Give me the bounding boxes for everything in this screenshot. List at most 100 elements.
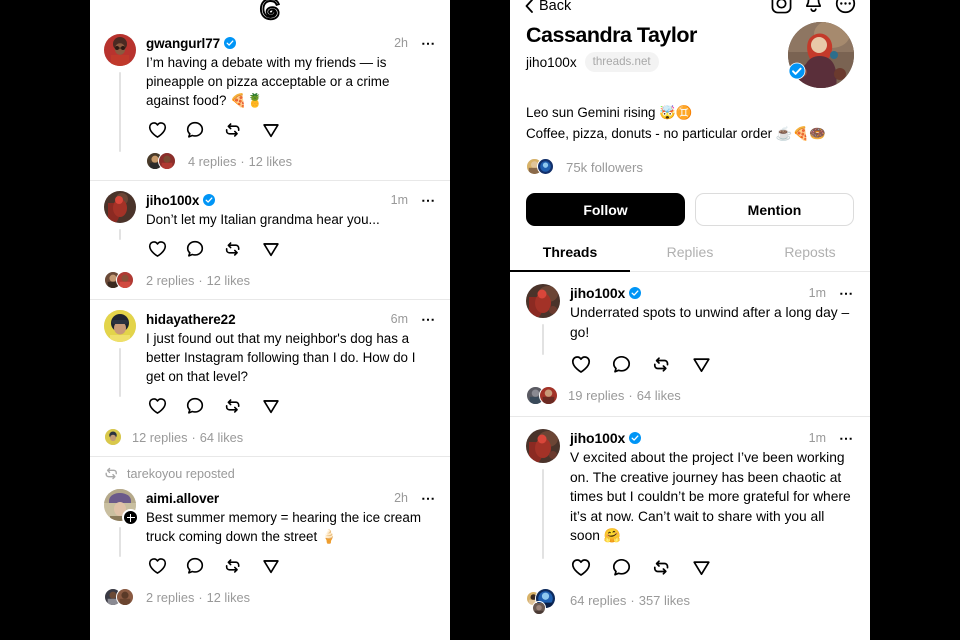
feed-post[interactable]: jiho100x 1m ⋯ Don’t let my Italian grand… — [90, 181, 450, 300]
followers-count: 75k followers — [566, 159, 643, 175]
share-icon[interactable] — [688, 557, 714, 579]
repost-icon[interactable] — [220, 119, 246, 141]
repost-icon[interactable] — [648, 353, 674, 375]
follow-plus-badge-icon[interactable] — [122, 509, 139, 526]
post-username[interactable]: gwangurl77 — [146, 36, 220, 51]
facepile[interactable] — [104, 426, 124, 448]
thread-connector-line — [119, 348, 121, 397]
comment-icon[interactable] — [182, 238, 208, 260]
share-icon[interactable] — [258, 119, 284, 141]
back-label: Back — [539, 0, 572, 14]
post-timestamp: 2h — [394, 36, 408, 50]
share-icon[interactable] — [258, 555, 284, 577]
heart-icon[interactable] — [144, 395, 170, 417]
bell-icon[interactable] — [803, 0, 824, 14]
post-meta: 64 replies · 357 likes — [526, 587, 854, 615]
post-replies-count[interactable]: 2 replies — [146, 273, 194, 288]
followers-row[interactable]: 75k followers — [526, 157, 854, 177]
profile-domain-chip[interactable]: threads.net — [584, 52, 659, 72]
facepile[interactable] — [104, 586, 138, 608]
post-text: I’m having a debate with my friends — is… — [146, 55, 390, 108]
profile-post[interactable]: jiho100x 1m ⋯ V excited about the projec… — [510, 417, 870, 624]
share-icon[interactable] — [688, 353, 714, 375]
meta-separator: · — [198, 272, 203, 288]
avatar[interactable] — [104, 310, 136, 342]
comment-icon[interactable] — [608, 353, 634, 375]
post-likes-count[interactable]: 12 likes — [249, 154, 292, 169]
post-likes-count[interactable]: 12 likes — [207, 590, 250, 605]
mention-button[interactable]: Mention — [695, 193, 854, 226]
comment-icon[interactable] — [182, 555, 208, 577]
heart-icon[interactable] — [568, 557, 594, 579]
post-more-options-icon[interactable]: ⋯ — [421, 491, 436, 505]
facepile[interactable] — [526, 587, 562, 615]
post-replies-count[interactable]: 64 replies — [570, 593, 626, 608]
avatar-column — [104, 34, 136, 172]
heart-icon[interactable] — [568, 353, 594, 375]
post-replies-count[interactable]: 4 replies — [188, 154, 236, 169]
post-header: hidayathere22 6m ⋯ — [146, 310, 436, 328]
meta-separator: · — [630, 593, 635, 608]
facepile[interactable] — [104, 269, 138, 291]
more-circle-icon[interactable] — [835, 0, 856, 14]
avatar[interactable] — [526, 284, 560, 318]
profile-post[interactable]: jiho100x 1m ⋯ Underrated spots to unwind… — [510, 272, 870, 417]
post-likes-count[interactable]: 12 likes — [207, 273, 250, 288]
share-icon[interactable] — [258, 238, 284, 260]
post-replies-count[interactable]: 2 replies — [146, 590, 194, 605]
post-username[interactable]: jiho100x — [570, 430, 625, 446]
tab-threads[interactable]: Threads — [510, 244, 630, 272]
post-more-options-icon[interactable]: ⋯ — [421, 312, 436, 326]
post-likes-count[interactable]: 357 likes — [639, 593, 690, 608]
meta-separator: · — [191, 429, 196, 445]
facepile[interactable] — [526, 384, 560, 406]
comment-icon[interactable] — [608, 557, 634, 579]
post-replies-count[interactable]: 19 replies — [568, 388, 624, 403]
repost-icon[interactable] — [220, 395, 246, 417]
profile-top-icons — [771, 0, 856, 14]
feed-post-reposted[interactable]: tarekoyou reposted aimi.allover 2h ⋯ Bes… — [90, 457, 450, 616]
follow-button[interactable]: Follow — [526, 193, 685, 226]
repost-icon[interactable] — [220, 555, 246, 577]
facepile[interactable] — [146, 150, 180, 172]
avatar[interactable] — [104, 34, 136, 66]
tab-replies[interactable]: Replies — [630, 244, 750, 271]
post-more-options-icon[interactable]: ⋯ — [839, 286, 854, 300]
post-replies-count[interactable]: 12 replies — [132, 430, 188, 445]
feed-post[interactable]: gwangurl77 2h ⋯ I’m having a debate with… — [90, 24, 450, 181]
threads-logo-icon[interactable] — [257, 0, 283, 22]
post-username[interactable]: jiho100x — [146, 193, 199, 208]
comment-icon[interactable] — [182, 395, 208, 417]
post-header: jiho100x 1m ⋯ — [570, 284, 854, 302]
repost-icon[interactable] — [648, 557, 674, 579]
profile-panel: Back Cassandra Taylor jiho100x threads.n… — [510, 0, 870, 640]
post-more-options-icon[interactable]: ⋯ — [839, 431, 854, 445]
repost-icon — [105, 467, 117, 480]
heart-icon[interactable] — [144, 555, 170, 577]
heart-icon[interactable] — [144, 238, 170, 260]
post-likes-count[interactable]: 64 likes — [637, 388, 681, 403]
instagram-icon[interactable] — [771, 0, 792, 14]
post-meta: 2 replies · 12 likes — [104, 586, 436, 608]
comment-icon[interactable] — [182, 119, 208, 141]
post-actions — [144, 238, 436, 260]
heart-icon[interactable] — [144, 119, 170, 141]
tab-reposts[interactable]: Reposts — [750, 244, 870, 271]
post-likes-count[interactable]: 64 likes — [200, 430, 243, 445]
avatar[interactable] — [104, 191, 136, 223]
share-icon[interactable] — [258, 395, 284, 417]
post-timestamp: 1m — [390, 193, 408, 207]
post-username[interactable]: aimi.allover — [146, 491, 219, 506]
repost-icon[interactable] — [220, 238, 246, 260]
profile-display-name: Cassandra Taylor — [526, 23, 697, 47]
followers-facepile[interactable] — [526, 157, 558, 177]
post-more-options-icon[interactable]: ⋯ — [421, 193, 436, 207]
feed-post[interactable]: hidayathere22 6m ⋯ I just found out that… — [90, 300, 450, 457]
back-button[interactable]: Back — [524, 0, 571, 14]
post-meta: 4 replies · 12 likes — [146, 150, 436, 172]
post-username[interactable]: hidayathere22 — [146, 312, 236, 327]
post-username[interactable]: jiho100x — [570, 285, 625, 301]
screenshot-stage: gwangurl77 2h ⋯ I’m having a debate with… — [0, 0, 960, 640]
avatar[interactable] — [526, 429, 560, 463]
post-more-options-icon[interactable]: ⋯ — [421, 36, 436, 50]
